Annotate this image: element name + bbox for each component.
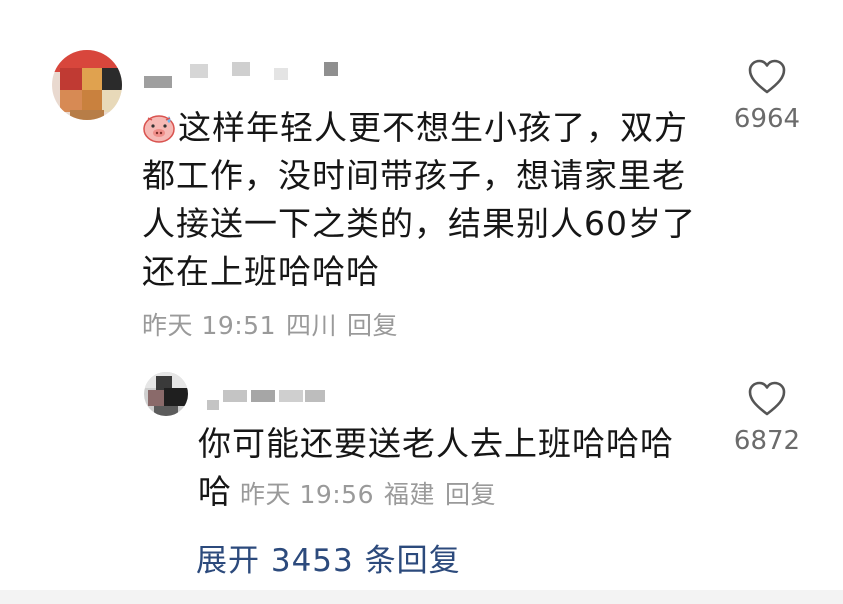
reply-meta: 昨天 19:56 福建 回复 — [240, 480, 506, 509]
expand-replies-link[interactable]: 展开 3453 条回复 — [196, 535, 461, 580]
heart-icon[interactable] — [747, 380, 787, 418]
reply-reply-button[interactable]: 回复 — [445, 480, 496, 509]
username-blurred[interactable] — [142, 58, 372, 88]
reply-like[interactable]: 6872 — [727, 380, 807, 456]
comment-text: 这样年轻人更不想生小孩了，双方都工作，没时间带孩子，想请家里老人接送一下之类的，… — [142, 108, 696, 291]
pig-sweat-emoji-icon — [143, 115, 175, 143]
comment-reply-button[interactable]: 回复 — [347, 311, 398, 340]
comment-like-count: 6964 — [733, 104, 801, 134]
heart-icon[interactable] — [747, 58, 787, 96]
reply-location: 福建 — [384, 480, 436, 509]
reply-avatar[interactable] — [144, 372, 188, 416]
avatar[interactable] — [52, 50, 122, 120]
divider — [0, 590, 843, 604]
reply-like-count: 6872 — [733, 426, 801, 456]
comment-location: 四川 — [286, 311, 338, 340]
reply-body[interactable]: 你可能还要送老人去上班哈哈哈哈 昨天 19:56 福建 回复 — [198, 420, 698, 519]
comment-time: 昨天 19:51 — [142, 311, 276, 340]
reply-time: 昨天 19:56 — [240, 480, 374, 509]
comment-like[interactable]: 6964 — [727, 58, 807, 134]
comment-body[interactable]: 这样年轻人更不想生小孩了，双方都工作，没时间带孩子，想请家里老人接送一下之类的，… — [142, 104, 717, 296]
comment-meta: 昨天 19:51 四川 回复 — [142, 306, 408, 342]
reply-username-blurred[interactable] — [205, 384, 335, 410]
